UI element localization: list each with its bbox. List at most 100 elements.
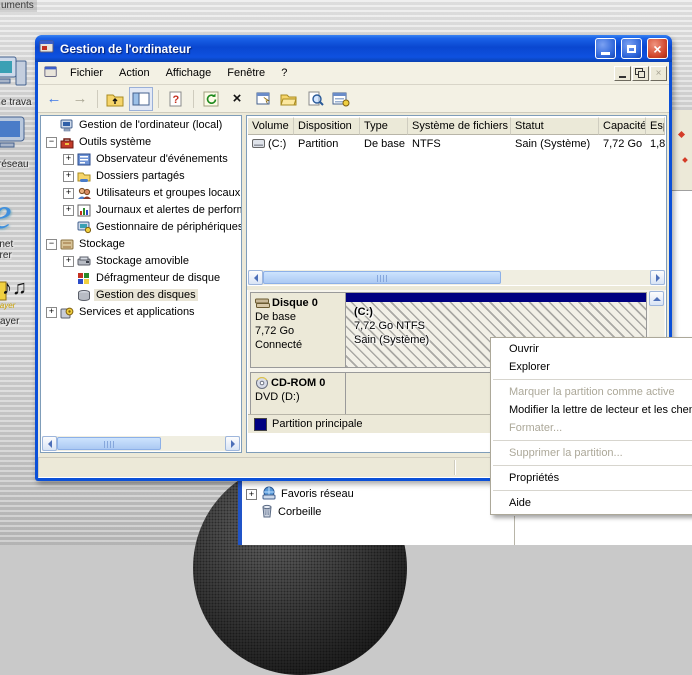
- disk-0-info[interactable]: Disque 0 De base 7,72 Go Connecté: [250, 292, 346, 368]
- network-monitor-icon: [0, 146, 30, 158]
- column-header-type[interactable]: Type: [360, 117, 408, 135]
- bg-tree-item-corbeille[interactable]: Corbeille: [260, 504, 321, 520]
- tree-item-gestion-des-disques[interactable]: Gestion des disques: [41, 286, 241, 303]
- expand-icon[interactable]: +: [63, 205, 74, 216]
- export-list-button[interactable]: [329, 87, 353, 111]
- scroll-left-button[interactable]: [42, 436, 57, 451]
- menu-item-formater: Formater...: [491, 419, 692, 437]
- show-hide-tree-button[interactable]: [129, 87, 153, 111]
- menu-fichier[interactable]: Fichier: [62, 65, 111, 81]
- scroll-up-button[interactable]: [649, 291, 664, 306]
- menu-item-modifier-lettre[interactable]: Modifier la lettre de lecteur et les che…: [491, 401, 692, 419]
- collapse-icon[interactable]: −: [46, 239, 57, 250]
- drive-icon: [252, 139, 265, 148]
- expand-icon[interactable]: +: [63, 154, 74, 165]
- menu-item-proprietes[interactable]: Propriétés: [491, 469, 692, 487]
- console-tree-pane: Gestion de l'ordinateur (local) − Outils…: [40, 115, 242, 453]
- scroll-thumb[interactable]: [263, 271, 501, 284]
- tree-item-observateur-evenements[interactable]: + Observateur d'événements: [41, 150, 241, 167]
- refresh-icon: [203, 91, 219, 107]
- properties-icon: [255, 91, 272, 107]
- menu-separator: [493, 440, 692, 441]
- tree-horizontal-scrollbar[interactable]: [42, 436, 240, 451]
- titlebar[interactable]: Gestion de l'ordinateur ×: [35, 35, 672, 62]
- properties-button[interactable]: [251, 87, 275, 111]
- expand-icon[interactable]: +: [63, 171, 74, 182]
- menu-affichage[interactable]: Affichage: [158, 65, 220, 81]
- recycle-bin-icon: [260, 503, 274, 521]
- partition-size: 7,72 Go NTFS: [354, 319, 646, 333]
- tree-item-label: Défragmenteur de disque: [94, 272, 222, 284]
- partition-context-menu: Ouvrir Explorer Marquer la partition com…: [490, 337, 692, 515]
- tree-item-defragmenteur[interactable]: Défragmenteur de disque: [41, 269, 241, 286]
- tree-item-utilisateurs-groupes[interactable]: + Utilisateurs et groupes locaux: [41, 184, 241, 201]
- toolbar: ← → ?: [38, 85, 669, 113]
- expand-icon[interactable]: +: [46, 307, 57, 318]
- volume-list-header: Volume Disposition Type Système de fichi…: [248, 117, 665, 135]
- close-button[interactable]: ×: [647, 38, 668, 59]
- media-player-icon: ♪♫ layer: [0, 303, 28, 315]
- tree-item-outils-systeme[interactable]: − Outils système: [41, 133, 241, 150]
- column-header-capacite[interactable]: Capacité: [599, 117, 646, 135]
- column-header-espace[interactable]: Esp: [646, 117, 665, 135]
- desktop-icon-label-documents[interactable]: uments: [0, 0, 37, 12]
- scroll-left-button[interactable]: [248, 270, 263, 285]
- computer-icon: [0, 84, 30, 96]
- toolbar-separator: [193, 90, 194, 108]
- mdi-minimize-button[interactable]: [614, 66, 631, 81]
- scroll-thumb[interactable]: [57, 437, 161, 450]
- svg-text:?: ?: [173, 94, 180, 106]
- expand-icon[interactable]: +: [63, 256, 74, 267]
- tree-item-stockage-amovible[interactable]: + Stockage amovible: [41, 252, 241, 269]
- menu-aide[interactable]: ?: [273, 65, 295, 81]
- forward-button[interactable]: →: [68, 87, 92, 111]
- menu-action[interactable]: Action: [111, 65, 158, 81]
- open-folder-icon: [280, 91, 298, 107]
- column-header-systeme-fichiers[interactable]: Système de fichiers: [408, 117, 511, 135]
- column-header-volume[interactable]: Volume: [248, 117, 294, 135]
- menu-item-ouvrir[interactable]: Ouvrir: [491, 340, 692, 358]
- open-button[interactable]: [277, 87, 301, 111]
- help-icon: ?: [168, 91, 184, 107]
- maximize-button[interactable]: [621, 38, 642, 59]
- volume-list: Volume Disposition Type Système de fichi…: [248, 117, 665, 270]
- menu-item-marquer-active: Marquer la partition comme active: [491, 383, 692, 401]
- status-cell: Sain (Système): [511, 137, 599, 151]
- up-level-button[interactable]: [103, 87, 127, 111]
- svg-text:layer: layer: [0, 301, 16, 310]
- bg-tree-item-favoris-reseau[interactable]: + Favoris réseau: [246, 486, 354, 502]
- refresh-button[interactable]: [199, 87, 223, 111]
- type-cell: De base: [360, 137, 408, 151]
- expand-icon[interactable]: +: [246, 489, 257, 500]
- view-button[interactable]: [303, 87, 327, 111]
- delete-button[interactable]: ×: [225, 87, 249, 111]
- scroll-right-button[interactable]: [225, 436, 240, 451]
- column-header-disposition[interactable]: Disposition: [294, 117, 360, 135]
- menu-item-explorer[interactable]: Explorer: [491, 358, 692, 376]
- tree-item-label: Services et applications: [77, 306, 197, 318]
- defragmenter-icon: [77, 272, 91, 285]
- mdi-restore-button[interactable]: [632, 66, 649, 81]
- tree-item-stockage[interactable]: − Stockage: [41, 235, 241, 252]
- tree-item-gestionnaire-peripheriques[interactable]: Gestionnaire de périphériques: [41, 218, 241, 235]
- storage-icon: [60, 238, 74, 251]
- cdrom-drive: DVD (D:): [255, 390, 341, 404]
- tree-item-label: Gestion de l'ordinateur (local): [77, 119, 224, 131]
- column-header-statut[interactable]: Statut: [511, 117, 599, 135]
- mmc-console-icon: [39, 39, 55, 58]
- tree-item-journaux-alertes[interactable]: + Journaux et alertes de performance: [41, 201, 241, 218]
- scroll-right-button[interactable]: [650, 270, 665, 285]
- tree-item-dossiers-partages[interactable]: + Dossiers partagés: [41, 167, 241, 184]
- menu-item-aide[interactable]: Aide: [491, 494, 692, 512]
- collapse-icon[interactable]: −: [46, 137, 57, 148]
- help-button[interactable]: ?: [164, 87, 188, 111]
- menu-fenetre[interactable]: Fenêtre: [219, 65, 273, 81]
- list-horizontal-scrollbar[interactable]: [248, 270, 665, 285]
- tree-item-services-applications[interactable]: + Services et applications: [41, 303, 241, 320]
- volume-row-c[interactable]: (C:) Partition De base NTFS Sain (Systèm…: [248, 135, 665, 152]
- mdi-system-icon[interactable]: [44, 65, 58, 82]
- back-button[interactable]: ←: [42, 87, 66, 111]
- expand-icon[interactable]: +: [63, 188, 74, 199]
- minimize-button[interactable]: [595, 38, 616, 59]
- tree-item-gestion-ordinateur[interactable]: Gestion de l'ordinateur (local): [41, 116, 241, 133]
